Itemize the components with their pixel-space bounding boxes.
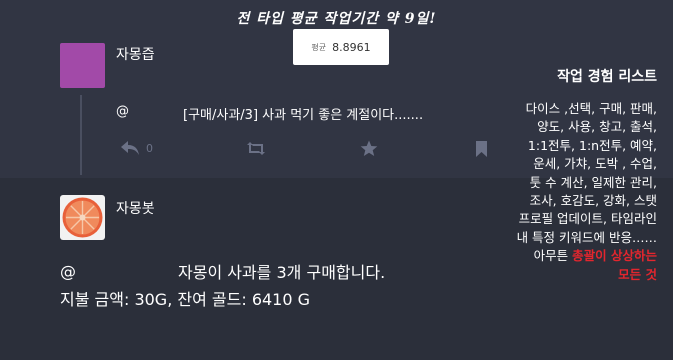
avatar[interactable] xyxy=(60,195,105,240)
average-badge: 평균 8.8961 xyxy=(293,29,389,65)
list-item: 양도, 사용, 창고, 출석, xyxy=(537,119,657,135)
list-item: 운세, 가챠, 도박 , 수업, xyxy=(533,156,657,172)
reply-count: 0 xyxy=(146,141,153,155)
boost-button[interactable] xyxy=(246,141,266,156)
list-item: 조사, 호감도, 강화, 스탯 xyxy=(529,193,657,209)
list-item: 프로필 업데이트, 타임라인 xyxy=(518,211,657,227)
favourite-button[interactable] xyxy=(360,140,378,157)
post-text: [구매/사과/3] 사과 먹기 좋은 계절이다....... xyxy=(183,108,424,123)
star-icon xyxy=(360,140,378,156)
closing-highlight: 총괄이 상상하는 xyxy=(572,248,657,264)
promo-banner: 전 타입 평균 작업기간 약 9일! xyxy=(236,11,437,27)
grapefruit-icon xyxy=(62,197,103,238)
list-item: 다이스 ,선택, 구매, 판매, xyxy=(525,101,657,116)
post-text-line2: 지불 금액: 30G, 잔여 골드: 6410 G xyxy=(60,290,311,309)
post-text-line1: 자몽이 사과를 3개 구매합니다. xyxy=(178,263,386,282)
reply-icon xyxy=(121,141,139,155)
mention-link[interactable]: @ xyxy=(60,262,76,281)
experience-title: 작업 경험 리스트 xyxy=(557,69,657,85)
author-name[interactable]: 자몽즙 xyxy=(116,44,155,64)
average-value: 8.8961 xyxy=(332,40,371,54)
author-name[interactable]: 자몽봇 xyxy=(116,198,155,218)
mention-link[interactable]: @ xyxy=(116,104,129,119)
list-item: 툿 수 계산, 일제한 관리, xyxy=(529,174,657,190)
thread-connector xyxy=(80,95,82,175)
avatar[interactable] xyxy=(60,43,105,88)
experience-list: 다이스 ,선택, 구매, 판매, 양도, 사용, 창고, 출석, 1:1전투, … xyxy=(467,100,657,284)
boost-icon xyxy=(247,142,265,155)
closing-last: 모든 것 xyxy=(618,266,657,282)
closing-prefix: 아무튼 xyxy=(533,248,573,264)
list-item: 1:1전투, 1:n전투, 예약, xyxy=(527,137,657,153)
list-item: 내 특정 키워드에 반응…… xyxy=(516,229,657,245)
list-closing: 아무튼 총괄이 상상하는 xyxy=(467,247,657,265)
reply-button[interactable]: 0 xyxy=(120,140,153,156)
average-label: 평균 xyxy=(311,42,327,52)
